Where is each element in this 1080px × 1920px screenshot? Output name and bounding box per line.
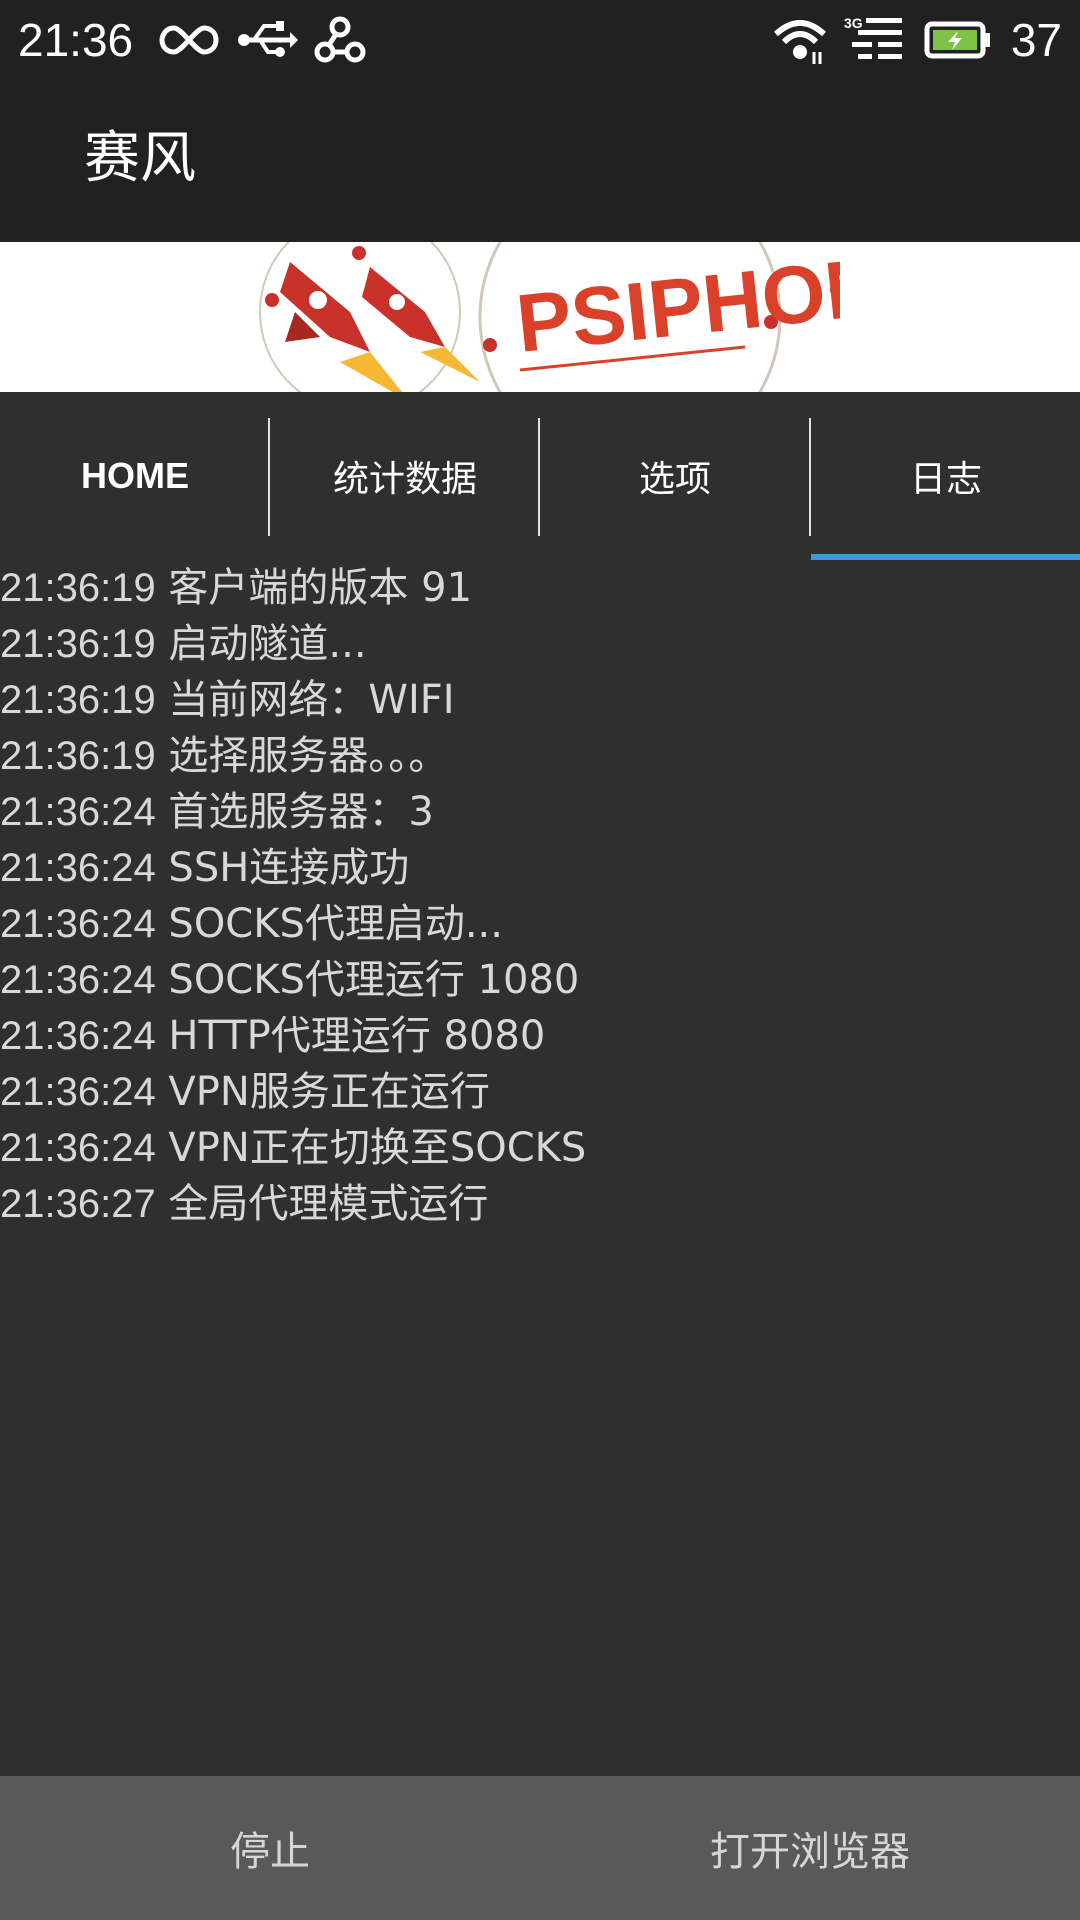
log-time: 21:36:24 [0, 846, 156, 890]
log-entry: 21:36:24 SOCKS代理运行 1080 [0, 952, 1080, 1008]
log-entry: 21:36:24 VPN服务正在运行 [0, 1064, 1080, 1120]
usb-icon [238, 21, 298, 57]
log-entry: 21:36:27 全局代理模式运行 [0, 1176, 1080, 1232]
log-time: 21:36:19 [0, 622, 156, 666]
log-message: VPN正在切换至SOCKS [168, 1125, 587, 1171]
tab-home[interactable]: HOME [0, 418, 270, 534]
tab-bar: HOME 统计数据 选项 日志 [0, 392, 1080, 560]
svg-text:3G: 3G [844, 15, 863, 31]
log-time: 21:36:24 [0, 1126, 156, 1170]
log-message: SSH连接成功 [168, 845, 410, 891]
log-time: 21:36:24 [0, 1070, 156, 1114]
log-time: 21:36:19 [0, 566, 156, 610]
log-message: HTTP代理运行 8080 [168, 1013, 546, 1059]
log-entry: 21:36:19 启动隧道... [0, 616, 1080, 672]
log-time: 21:36:24 [0, 902, 156, 946]
infinity-icon [159, 25, 219, 55]
tab-options[interactable]: 选项 [540, 418, 810, 534]
log-message: 当前网络：WIFI [168, 677, 455, 723]
log-time: 21:36:24 [0, 790, 156, 834]
log-entry: 21:36:24 首选服务器：3 [0, 784, 1080, 840]
log-time: 21:36:19 [0, 734, 156, 778]
tab-statistics[interactable]: 统计数据 [270, 418, 540, 534]
app-toolbar: 赛风 [0, 80, 1080, 242]
log-time: 21:36:24 [0, 1014, 156, 1058]
rocket-icon [280, 262, 402, 392]
log-time: 21:36:27 [0, 1182, 156, 1226]
log-list[interactable]: 21:36:19 客户端的版本 91 21:36:19 启动隧道... 21:3… [0, 560, 1080, 1232]
log-message: 选择服务器。。。 [168, 733, 449, 779]
log-message: 客户端的版本 91 [168, 565, 473, 611]
log-message: SOCKS代理运行 1080 [168, 957, 580, 1003]
log-entry: 21:36:24 SSH连接成功 [0, 840, 1080, 896]
tab-log[interactable]: 日志 [811, 418, 1080, 534]
status-time: 21:36 [18, 14, 134, 66]
log-time: 21:36:19 [0, 678, 156, 722]
log-message: 启动隧道... [168, 621, 367, 667]
log-message: 首选服务器：3 [168, 789, 434, 835]
status-bar: 21:36 3G 37 [0, 0, 1080, 80]
log-time: 21:36:24 [0, 958, 156, 1002]
3g-signal-icon: 3G [844, 15, 902, 59]
stop-button[interactable]: 停止 [0, 1776, 540, 1920]
log-entry: 21:36:24 VPN正在切换至SOCKS [0, 1120, 1080, 1176]
app-root: 21:36 3G 37 赛风 PSIPHON HOME 统计数据 选项 日志 2… [0, 0, 1080, 1920]
log-message: 全局代理模式运行 [168, 1181, 489, 1227]
psiphon-banner[interactable]: PSIPHON [0, 242, 1080, 392]
log-entry: 21:36:24 HTTP代理运行 8080 [0, 1008, 1080, 1064]
psiphon-logo: PSIPHON [259, 242, 1080, 392]
link-icon [314, 16, 366, 63]
bottom-action-bar: 停止 打开浏览器 [0, 1776, 1080, 1920]
battery-charging-icon [924, 21, 990, 59]
log-message: VPN服务正在运行 [168, 1069, 490, 1115]
log-entry: 21:36:24 SOCKS代理启动... [0, 896, 1080, 952]
open-browser-button[interactable]: 打开浏览器 [540, 1776, 1080, 1920]
log-entry: 21:36:19 当前网络：WIFI [0, 672, 1080, 728]
log-entry: 21:36:19 选择服务器。。。 [0, 728, 1080, 784]
log-message: SOCKS代理启动... [168, 901, 503, 947]
log-entry: 21:36:19 客户端的版本 91 [0, 560, 1080, 616]
app-title: 赛风 [84, 126, 196, 191]
battery-level: 37 [1010, 14, 1062, 66]
wifi-icon [773, 20, 827, 64]
